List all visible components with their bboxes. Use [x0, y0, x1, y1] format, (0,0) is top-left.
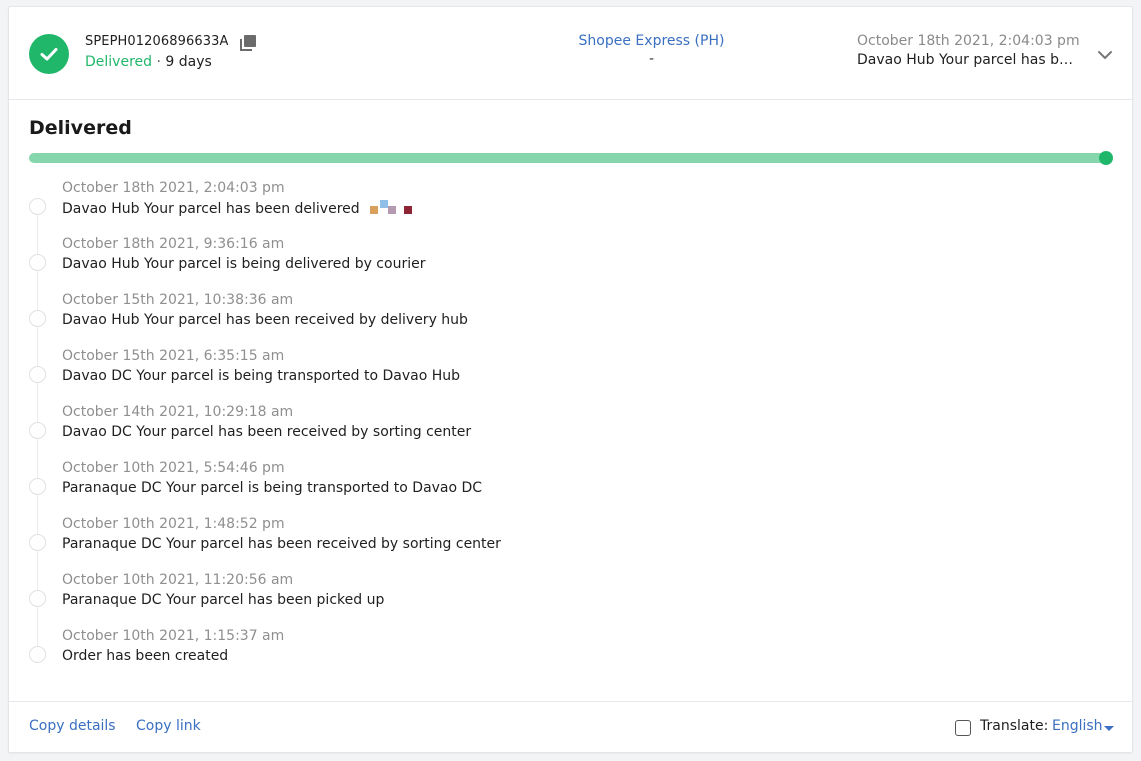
event-time: October 10th 2021, 1:15:37 am — [62, 628, 285, 644]
translate-checkbox[interactable] — [955, 720, 971, 736]
copy-details-link[interactable]: Copy details — [29, 718, 116, 734]
progress-title: Delivered — [29, 117, 132, 139]
latest-event-message: Davao Hub Your parcel has been delivered — [857, 52, 1073, 68]
event-description: Davao Hub Your parcel is being delivered… — [62, 256, 426, 272]
copy-icon[interactable] — [239, 34, 257, 52]
event-description: Davao Hub Your parcel has been delivered — [62, 200, 446, 217]
event-time: October 14th 2021, 10:29:18 am — [62, 404, 294, 420]
timeline-dot — [29, 422, 46, 439]
progress-end-dot — [1099, 151, 1113, 165]
status-label: Delivered — [85, 54, 153, 70]
timeline-dot — [29, 310, 46, 327]
timeline-event: October 18th 2021, 2:04:03 pm Davao Hub … — [29, 179, 1029, 265]
timeline-event: October 18th 2021, 9:36:16 am Davao Hub … — [29, 235, 1029, 321]
timeline-dot — [29, 646, 46, 663]
event-time: October 18th 2021, 2:04:03 pm — [62, 180, 285, 196]
transit-duration: 9 days — [165, 54, 212, 70]
event-time: October 15th 2021, 6:35:15 am — [62, 348, 285, 364]
event-time: October 15th 2021, 10:38:36 am — [62, 292, 294, 308]
timeline-event: October 10th 2021, 5:54:46 pm Paranaque … — [29, 459, 1029, 545]
status-line: Delivered · 9 days — [85, 54, 212, 70]
timeline-event: October 15th 2021, 10:38:36 am Davao Hub… — [29, 291, 1029, 377]
event-description: Paranaque DC Your parcel has been receiv… — [62, 536, 501, 552]
carrier-info: Shopee Express (PH) - — [499, 33, 804, 67]
event-description: Davao Hub Your parcel has been received … — [62, 312, 468, 328]
timeline-dot — [29, 478, 46, 495]
tracking-number: SPEPH01206896633A — [85, 34, 229, 49]
timeline-dot — [29, 590, 46, 607]
timeline-event: October 14th 2021, 10:29:18 am Davao DC … — [29, 403, 1029, 489]
carrier-name: Shopee Express (PH) — [578, 33, 725, 49]
card-footer: Copy details Copy link Translate: Englis… — [9, 701, 1132, 753]
timeline-dot — [29, 198, 46, 215]
carrier-subtext: - — [648, 51, 655, 67]
timeline-event: October 10th 2021, 11:20:56 am Paranaque… — [29, 571, 1029, 657]
translate-language-select[interactable]: English — [1052, 718, 1103, 734]
translate-label: Translate: — [980, 718, 1049, 734]
status-separator: · — [156, 54, 161, 70]
timeline-event: October 10th 2021, 1:15:37 am Order has … — [29, 627, 1029, 683]
timeline-event: October 10th 2021, 1:48:52 pm Paranaque … — [29, 515, 1029, 601]
tracking-header[interactable]: SPEPH01206896633A Delivered · 9 days Sho… — [9, 7, 1132, 100]
check-icon — [29, 34, 69, 74]
timeline-dot — [29, 254, 46, 271]
event-time: October 10th 2021, 11:20:56 am — [62, 572, 294, 588]
copy-link-link[interactable]: Copy link — [136, 718, 201, 734]
event-text: Davao Hub Your parcel has been delivered — [62, 201, 360, 217]
latest-event: October 18th 2021, 2:04:03 pm Davao Hub … — [857, 33, 1080, 68]
event-time: October 10th 2021, 5:54:46 pm — [62, 460, 285, 476]
event-description: Paranaque DC Your parcel is being transp… — [62, 480, 483, 496]
timeline-event: October 15th 2021, 6:35:15 am Davao DC Y… — [29, 347, 1029, 433]
progress-bar — [29, 153, 1111, 163]
event-time: October 10th 2021, 1:48:52 pm — [62, 516, 285, 532]
chevron-down-icon[interactable] — [1095, 45, 1115, 65]
tracking-timeline: October 18th 2021, 2:04:03 pm Davao Hub … — [29, 179, 1029, 683]
event-description: Paranaque DC Your parcel has been picked… — [62, 592, 385, 608]
event-description: Davao DC Your parcel has been received b… — [62, 424, 472, 440]
caret-down-icon[interactable] — [1104, 726, 1114, 731]
event-description: Order has been created — [62, 648, 229, 664]
progress-fill — [29, 153, 1111, 163]
tracking-card: SPEPH01206896633A Delivered · 9 days Sho… — [8, 6, 1133, 753]
event-time: October 18th 2021, 9:36:16 am — [62, 236, 285, 252]
latest-event-time: October 18th 2021, 2:04:03 pm — [857, 33, 1080, 49]
delivery-proof-thumbnail — [366, 200, 446, 216]
event-description: Davao DC Your parcel is being transporte… — [62, 368, 461, 384]
timeline-dot — [29, 534, 46, 551]
timeline-dot — [29, 366, 46, 383]
